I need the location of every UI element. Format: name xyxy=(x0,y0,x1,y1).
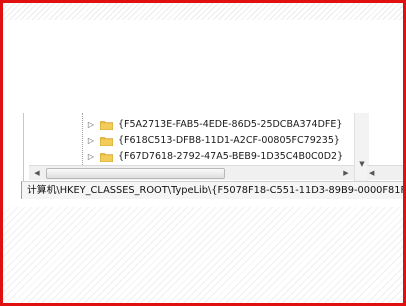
background-pattern xyxy=(3,207,403,303)
tree-connector-line xyxy=(82,113,83,165)
scroll-right-arrow-icon[interactable]: ▶ xyxy=(340,166,352,180)
folder-icon xyxy=(100,153,113,162)
scrollbar-thumb[interactable] xyxy=(46,168,225,179)
folder-icon xyxy=(100,121,113,130)
horizontal-scrollbar[interactable]: ◀ ▶ xyxy=(29,165,354,180)
expand-arrow-icon[interactable]: ▷ xyxy=(86,133,96,149)
tree-item[interactable]: ▷ {F67D7618-2792-47A5-BEB9-1D35C4B0C0D2} xyxy=(86,149,356,165)
tree-item-label: {F618C513-DFB8-11D1-A2CF-00805FC79235} xyxy=(118,135,340,146)
scroll-left-arrow-icon[interactable]: ◀ xyxy=(31,166,43,180)
status-bar-path: 计算机\HKEY_CLASSES_ROOT\TypeLib\{F5078F18-… xyxy=(21,181,403,199)
registry-editor-window: ▷ {F5A2713E-FAB5-4EDE-86D5-25DCBA374DFE}… xyxy=(18,113,403,207)
values-horizontal-scrollbar[interactable]: ◀ xyxy=(367,165,403,180)
expand-arrow-icon[interactable]: ▷ xyxy=(86,117,96,133)
folder-icon xyxy=(100,137,113,146)
window-title-area xyxy=(3,3,403,20)
tree-item-label: {F5A2713E-FAB5-4EDE-86D5-25DCBA374DFE} xyxy=(118,119,343,130)
scroll-left-arrow-icon[interactable]: ◀ xyxy=(369,166,381,180)
tree-item[interactable]: ▷ {F5A2713E-FAB5-4EDE-86D5-25DCBA374DFE} xyxy=(86,117,356,133)
tree-item[interactable]: ▷ {F618C513-DFB8-11D1-A2CF-00805FC79235} xyxy=(86,133,356,149)
registry-tree-pane[interactable]: ▷ {F5A2713E-FAB5-4EDE-86D5-25DCBA374DFE}… xyxy=(23,113,369,181)
screenshot-frame: ▷ {F5A2713E-FAB5-4EDE-86D5-25DCBA374DFE}… xyxy=(0,0,406,306)
expand-arrow-icon[interactable]: ▷ xyxy=(86,149,96,165)
tree-item-label: {F67D7618-2792-47A5-BEB9-1D35C4B0C0D2} xyxy=(118,151,344,162)
